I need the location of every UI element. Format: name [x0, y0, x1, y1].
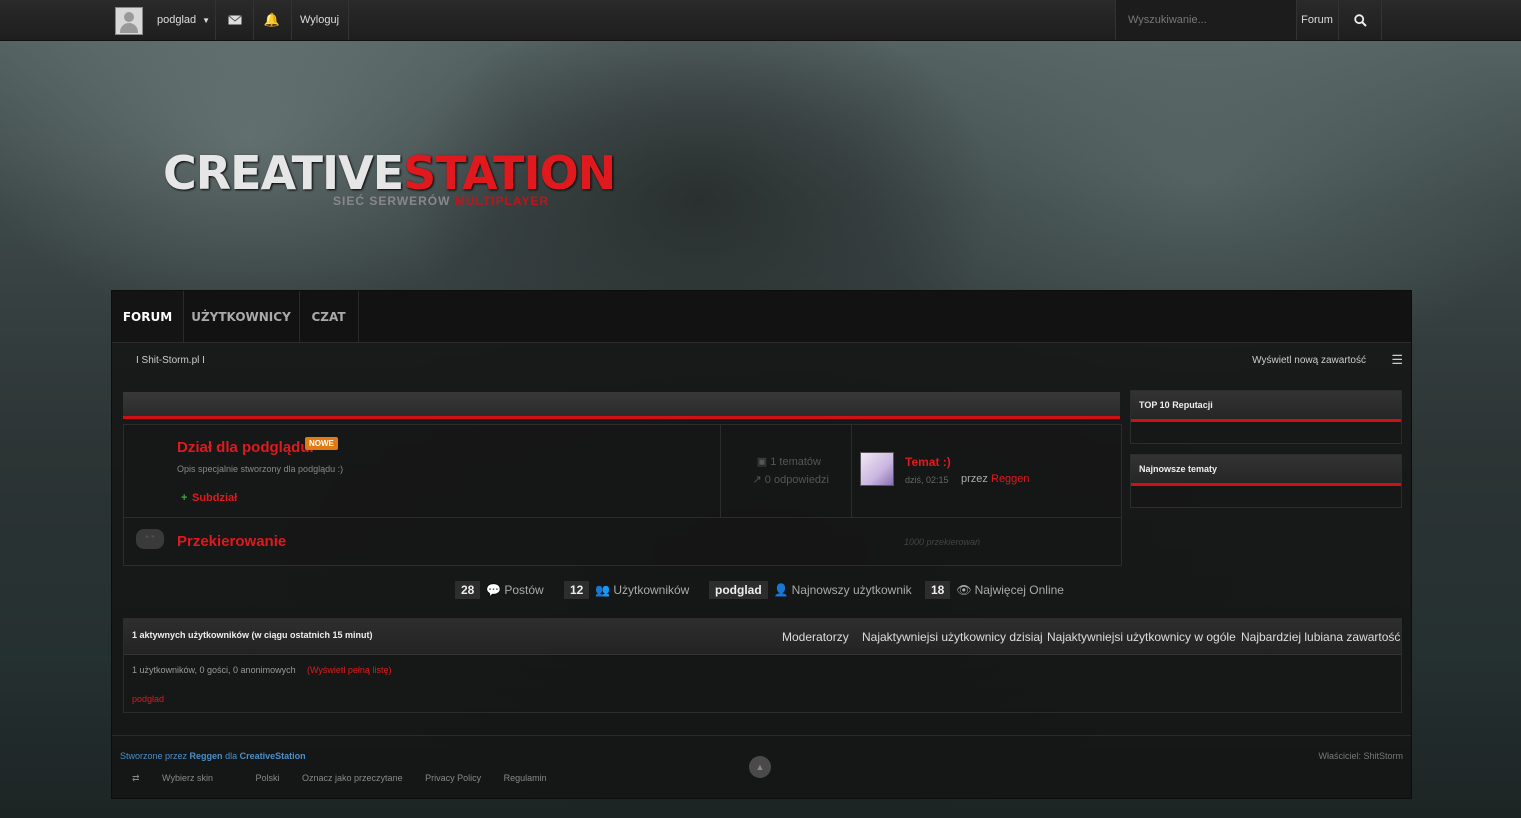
stat-users: 12 👥 Użytkowników: [564, 580, 689, 599]
new-content-link[interactable]: Wyświetl nową zawartość: [1252, 355, 1366, 366]
site-logo[interactable]: CREATIVESTATION SIEĆ SERWERÓW MULTIPLAYE…: [163, 146, 616, 208]
stat-most-online: 18 👁 Najwięcej Online: [925, 580, 1064, 599]
new-badge: NOWE: [305, 437, 338, 450]
owner-label: Właściciel: ShitStorm: [1318, 751, 1403, 761]
tab-users[interactable]: UŻYTKOWNICY: [183, 291, 300, 342]
top-reputation-title: TOP 10 Reputacji: [1131, 391, 1401, 422]
topic-icon: ▣: [756, 456, 771, 468]
last-post-time: dziś, 02:15: [905, 475, 949, 485]
logo-subtitle: SIEĆ SERWERÓW MULTIPLAYER: [333, 194, 550, 208]
full-list-link[interactable]: (Wyświetl pełną listę): [307, 665, 391, 675]
forum-list: Dział dla podglądu. NOWE Opis specjalnie…: [123, 424, 1122, 566]
breadcrumb-bar: I Shit-Storm.pl I Wyświetl nową zawartoś…: [112, 343, 1411, 379]
logout-label: Wyloguj: [299, 14, 340, 26]
last-post-title[interactable]: Temat :): [905, 455, 951, 469]
logo-title: CREATIVESTATION: [163, 146, 616, 200]
user-plus-icon: 👤: [773, 582, 789, 597]
last-post-user[interactable]: Reggen: [991, 473, 1030, 485]
list-view-icon[interactable]: ☰: [1391, 352, 1403, 368]
mark-read-link[interactable]: Oznacz jako przeczytane: [302, 773, 403, 783]
user-avatar[interactable]: [115, 7, 143, 35]
top-reputation-box: TOP 10 Reputacji: [1130, 390, 1402, 444]
language-link[interactable]: Polski: [256, 773, 280, 783]
tab-most-liked[interactable]: Najbardziej lubiana zawartość: [1241, 630, 1400, 644]
logout-link[interactable]: Wyloguj: [291, 0, 349, 40]
online-summary: 1 użytkowników, 0 gości, 0 anonimowych: [132, 665, 296, 675]
search-box: [1115, 0, 1297, 40]
replies-count: ↗ 0 odpowiedzi: [752, 474, 830, 486]
tab-chat[interactable]: CZAT: [299, 291, 359, 342]
tab-most-active-overall[interactable]: Najaktywniejsi użytkownicy w ogóle: [1047, 630, 1236, 644]
skin-switch-link[interactable]: ⇄ Wybierz skin: [132, 773, 233, 783]
search-scope-label: Forum: [1301, 14, 1333, 26]
swap-icon: ⇄: [132, 773, 143, 783]
online-users-box: 1 aktywnych użytkowników (w ciągu ostatn…: [123, 618, 1402, 713]
privacy-policy-link[interactable]: Privacy Policy: [425, 773, 481, 783]
subforum-link[interactable]: Subdział: [192, 492, 237, 504]
site-link[interactable]: CreativeStation: [240, 751, 306, 761]
redirect-count: 1000 przekierowań: [904, 537, 981, 547]
reply-icon: ↗: [752, 474, 765, 486]
tab-forum[interactable]: FORUM: [112, 291, 184, 342]
tab-moderators[interactable]: Moderatorzy: [782, 630, 849, 644]
main-nav: FORUM UŻYTKOWNICY CZAT: [112, 291, 1411, 343]
author-link[interactable]: Reggen: [190, 751, 223, 761]
eye-icon: 👁: [956, 582, 972, 597]
redirect-icon: “ ”: [136, 529, 164, 549]
online-header: 1 aktywnych użytkowników (w ciągu ostatn…: [124, 619, 1401, 655]
newest-topics-box: Najnowsze tematy: [1130, 454, 1402, 508]
messages-button[interactable]: [216, 0, 254, 40]
forum-stats: ▣ 1 tematów ↗ 0 odpowiedzi: [720, 425, 852, 517]
online-heading: 1 aktywnych użytkowników (w ciągu ostatn…: [132, 630, 373, 640]
tab-most-active-today[interactable]: Najaktywniejsi użytkownicy dzisiaj: [862, 630, 1043, 644]
redirect-row: “ ” Przekierowanie 1000 przekierowań: [124, 518, 1121, 565]
search-icon: [1353, 13, 1367, 27]
plus-icon: +: [181, 492, 188, 504]
bell-icon: 🔔: [263, 12, 281, 27]
newest-user-link[interactable]: podglad: [709, 580, 768, 599]
envelope-icon: [227, 15, 242, 25]
scroll-to-top-button[interactable]: ▲: [749, 756, 771, 778]
caret-down-icon: ▼: [202, 15, 211, 25]
breadcrumb[interactable]: I Shit-Storm.pl I: [136, 355, 205, 366]
topics-count: ▣ 1 tematów: [756, 456, 821, 468]
forum-title-link[interactable]: Dział dla podglądu.: [177, 439, 314, 456]
last-post-by: przez: [961, 473, 988, 485]
main-container: FORUM UŻYTKOWNICY CZAT I Shit-Storm.pl I…: [111, 290, 1412, 799]
top-bar: podglad ▼ 🔔 Wyloguj Forum: [0, 0, 1521, 41]
redirect-link[interactable]: Przekierowanie: [177, 533, 286, 550]
footer-links: ⇄ Wybierz skin Polski Oznacz jako przecz…: [132, 773, 567, 784]
credits: Stworzone przez Reggen dla CreativeStati…: [120, 751, 306, 761]
stat-newest-user: podglad 👤 Najnowszy użytkownik: [709, 580, 912, 599]
username-label: podglad: [157, 14, 197, 26]
search-scope-button[interactable]: Forum: [1296, 0, 1339, 40]
search-input[interactable]: [1126, 13, 1290, 27]
arrow-up-icon: ▲: [755, 762, 765, 772]
category-header: [123, 392, 1120, 419]
forum-description: Opis specjalnie stworzony dla podglądu :…: [177, 464, 344, 474]
newest-topics-title: Najnowsze tematy: [1131, 455, 1401, 486]
last-post-avatar[interactable]: [860, 452, 894, 486]
notifications-button[interactable]: 🔔: [253, 0, 292, 40]
comments-icon: 💬: [486, 582, 502, 597]
rules-link[interactable]: Regulamin: [504, 773, 547, 783]
user-menu[interactable]: podglad ▼: [145, 0, 216, 40]
search-button[interactable]: [1339, 0, 1382, 40]
stat-posts: 28 💬 Postów: [455, 580, 544, 599]
online-user-link[interactable]: podglad: [132, 694, 164, 704]
users-icon: 👥: [595, 582, 611, 597]
forum-row: Dział dla podglądu. NOWE Opis specjalnie…: [124, 425, 1121, 518]
